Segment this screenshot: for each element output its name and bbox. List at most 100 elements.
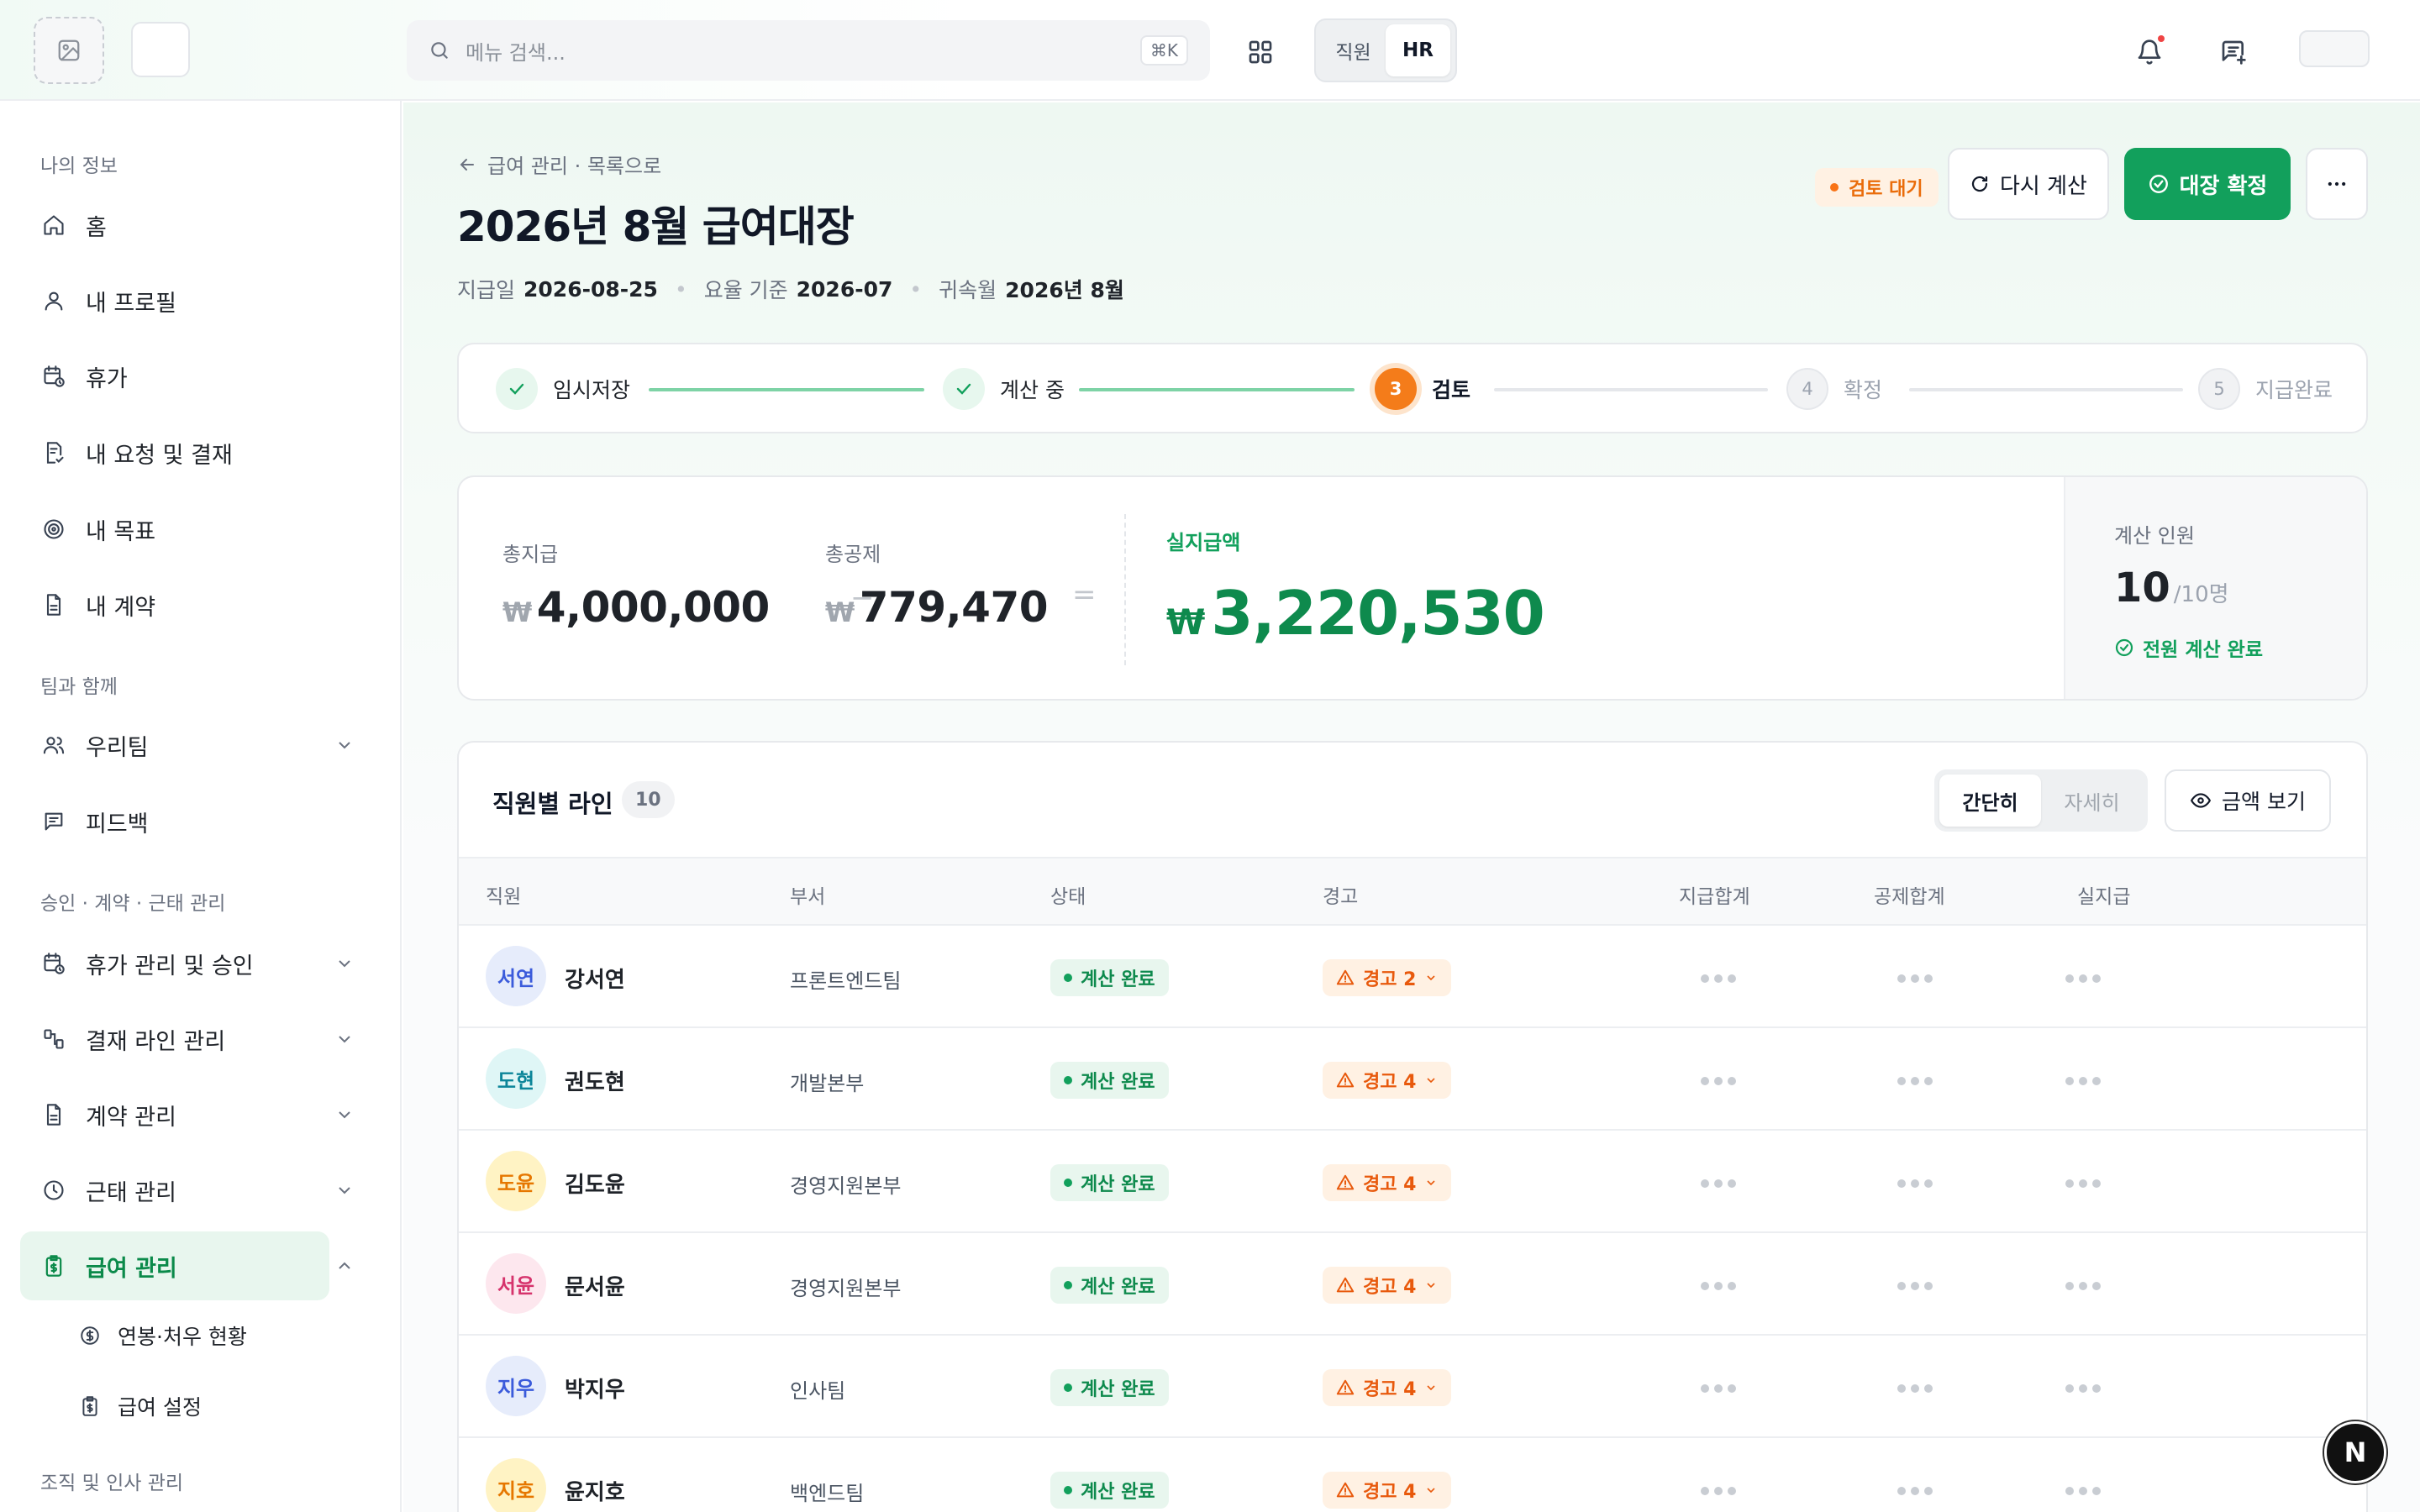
status-dot	[1064, 1383, 1072, 1392]
table-row[interactable]: 도윤 김도윤 경영지원본부 계산 완료 경고 4	[459, 1131, 2366, 1233]
progress-stepper: 임시저장 계산 중 3 검토 4 확정 5 지급완료	[457, 343, 2368, 433]
masked-deduction-amount	[1897, 1282, 1933, 1290]
sidebar-item-profile[interactable]: 내 프로필	[20, 266, 329, 335]
workspace-switcher[interactable]	[131, 22, 190, 77]
sidebar-item-my-contract[interactable]: 내 계약	[20, 570, 329, 639]
warning-badge[interactable]: 경고 2	[1323, 959, 1452, 996]
sidebar-item-label: 내 목표	[86, 518, 156, 545]
sidebar-subitem-salary-status[interactable]: 연봉·처우 현황	[79, 1310, 247, 1361]
avatar: 지우	[486, 1356, 546, 1416]
table-row[interactable]: 지우 박지우 인사팀 계산 완료 경고 4	[459, 1336, 2366, 1438]
warning-label: 경고 4	[1363, 1174, 1417, 1195]
employee-name: 문서윤	[565, 1275, 625, 1300]
sidebar-item-label: 휴가	[86, 365, 128, 392]
sidebar-subitem-label: 연봉·처우 현황	[118, 1325, 247, 1349]
gross-label: 총지급	[502, 543, 559, 566]
refresh-icon	[1971, 176, 1988, 192]
new-message-button[interactable]	[2213, 32, 2254, 72]
sidebar-subitem-label: 급여 설정	[118, 1395, 202, 1420]
apps-button[interactable]	[1240, 32, 1281, 72]
warning-badge[interactable]: 경고 4	[1323, 1369, 1452, 1406]
back-link[interactable]: 급여 관리 · 목록으로	[457, 150, 661, 179]
sidebar-item-attendance[interactable]: 근태 관리	[20, 1156, 350, 1225]
column-header-warning[interactable]: 경고	[1323, 880, 1358, 909]
sidebar-item-contract-management[interactable]: 계약 관리	[20, 1080, 350, 1149]
sidebar-item-my-goals[interactable]: 내 목표	[20, 495, 329, 564]
view-detailed[interactable]: 자세히	[2041, 774, 2143, 827]
gross-amount: ₩4,000,000	[502, 583, 770, 632]
view-mode-toggle: 간단히 자세히	[1934, 769, 2148, 832]
warning-badge[interactable]: 경고 4	[1323, 1164, 1452, 1201]
top-bar: 메뉴 검색... ⌘K 직원 HR	[0, 0, 2420, 101]
net-amount: ₩3,220,530	[1166, 578, 1545, 648]
view-simple[interactable]: 간단히	[1939, 774, 2041, 827]
warning-badge[interactable]: 경고 4	[1323, 1062, 1452, 1099]
sidebar-item-label: 홈	[86, 214, 107, 241]
show-amount-button[interactable]: 금액 보기	[2165, 769, 2331, 832]
sidebar-item-my-requests[interactable]: 내 요청 및 결재	[20, 418, 329, 487]
confirm-ledger-label: 대장 확정	[2179, 173, 2268, 199]
employee-department: 경영지원본부	[790, 1174, 902, 1198]
table-row[interactable]: 서연 강서연 프론트엔드팀 계산 완료 경고 2	[459, 926, 2366, 1028]
sidebar-item-leave[interactable]: 휴가	[20, 342, 329, 411]
net-value: 3,220,530	[1211, 578, 1544, 648]
sidebar-item-label: 내 요청 및 결재	[86, 442, 233, 469]
warning-badge[interactable]: 경고 4	[1323, 1472, 1452, 1509]
alert-triangle-icon	[1336, 1482, 1355, 1498]
column-header-employee[interactable]: 직원	[486, 880, 521, 909]
chevron-down-icon	[1427, 1488, 1436, 1494]
equals-sign: =	[1072, 578, 1097, 612]
sidebar-item-payroll[interactable]: 급여 관리	[20, 1231, 350, 1300]
status-badge-label: 검토 대기	[1849, 179, 1923, 200]
sidebar-subitem-payroll-settings[interactable]: 급여 설정	[79, 1381, 202, 1431]
sidebar-item-our-team[interactable]: 우리팀	[20, 711, 350, 780]
table-row[interactable]: 지호 윤지호 백엔드팀 계산 완료 경고 4	[459, 1438, 2366, 1512]
sidebar-item-leave-management[interactable]: 휴가 관리 및 승인	[20, 929, 350, 998]
sidebar-item-approval-line[interactable]: 결재 라인 관리	[20, 1005, 350, 1074]
search-placeholder[interactable]: 메뉴 검색...	[466, 36, 1140, 66]
warning-badge[interactable]: 경고 4	[1323, 1267, 1452, 1304]
chevron-down-icon	[1427, 1078, 1436, 1084]
calendar-clock-icon	[40, 950, 67, 977]
sidebar-item-feedback[interactable]: 피드백	[20, 787, 329, 856]
search-bar[interactable]: 메뉴 검색... ⌘K	[407, 20, 1210, 81]
sidebar-section-my-info: 나의 정보	[40, 155, 118, 177]
masked-deduction-amount	[1897, 1384, 1933, 1393]
back-link-label: 급여 관리 · 목록으로	[487, 155, 662, 178]
sidebar-item-home[interactable]: 홈	[20, 191, 329, 260]
eye-icon	[2190, 793, 2212, 808]
table-row[interactable]: 도현 권도현 개발본부 계산 완료 경고 4	[459, 1028, 2366, 1131]
mode-hr[interactable]: HR	[1386, 24, 1450, 76]
notification-button[interactable]	[2129, 32, 2170, 72]
table-row[interactable]: 서윤 문서윤 경영지원본부 계산 완료 경고 4	[459, 1233, 2366, 1336]
step-paid: 5 지급완료	[2198, 368, 2333, 410]
sidebar-section-approvals: 승인 · 계약 · 근태 관리	[40, 893, 226, 915]
workflow-icon	[40, 1026, 67, 1053]
confirm-ledger-button[interactable]: 대장 확정	[2124, 148, 2291, 220]
deduction-amount: ₩779,470	[825, 583, 1049, 632]
column-header-net[interactable]: 실지급	[2077, 880, 2130, 909]
column-header-department[interactable]: 부서	[790, 880, 825, 909]
avatar: 서연	[486, 946, 546, 1006]
mode-employee[interactable]: 직원	[1321, 24, 1386, 76]
warning-label: 경고 4	[1363, 1482, 1417, 1503]
sidebar: 나의 정보 홈 내 프로필 휴가 내 요청 및 결재 내 목표 내 계약 팀과 …	[0, 101, 402, 1512]
more-options-button[interactable]	[2306, 148, 2368, 220]
assistant-button[interactable]: N	[2324, 1421, 2386, 1483]
column-header-deduction[interactable]: 공제합계	[1874, 880, 1945, 909]
user-menu[interactable]	[2299, 30, 2370, 67]
column-header-status[interactable]: 상태	[1050, 880, 1086, 909]
page-title: 2026년 8월 급여대장	[457, 202, 855, 251]
status-dot	[1064, 1179, 1072, 1187]
chevron-down-icon	[1427, 975, 1436, 981]
masked-gross-amount	[1701, 1282, 1736, 1290]
recalculate-button[interactable]: 다시 계산	[1948, 148, 2109, 220]
status-badge: 계산 완료	[1050, 1164, 1169, 1201]
rate-basis: 2026-07	[796, 276, 893, 302]
column-header-gross[interactable]: 지급합계	[1679, 880, 1750, 909]
alert-triangle-icon	[1336, 1277, 1355, 1293]
status-dot	[1064, 1486, 1072, 1494]
mode-toggle: 직원 HR	[1314, 18, 1457, 82]
logo-placeholder[interactable]	[34, 17, 104, 84]
step-number: 3	[1375, 368, 1417, 410]
